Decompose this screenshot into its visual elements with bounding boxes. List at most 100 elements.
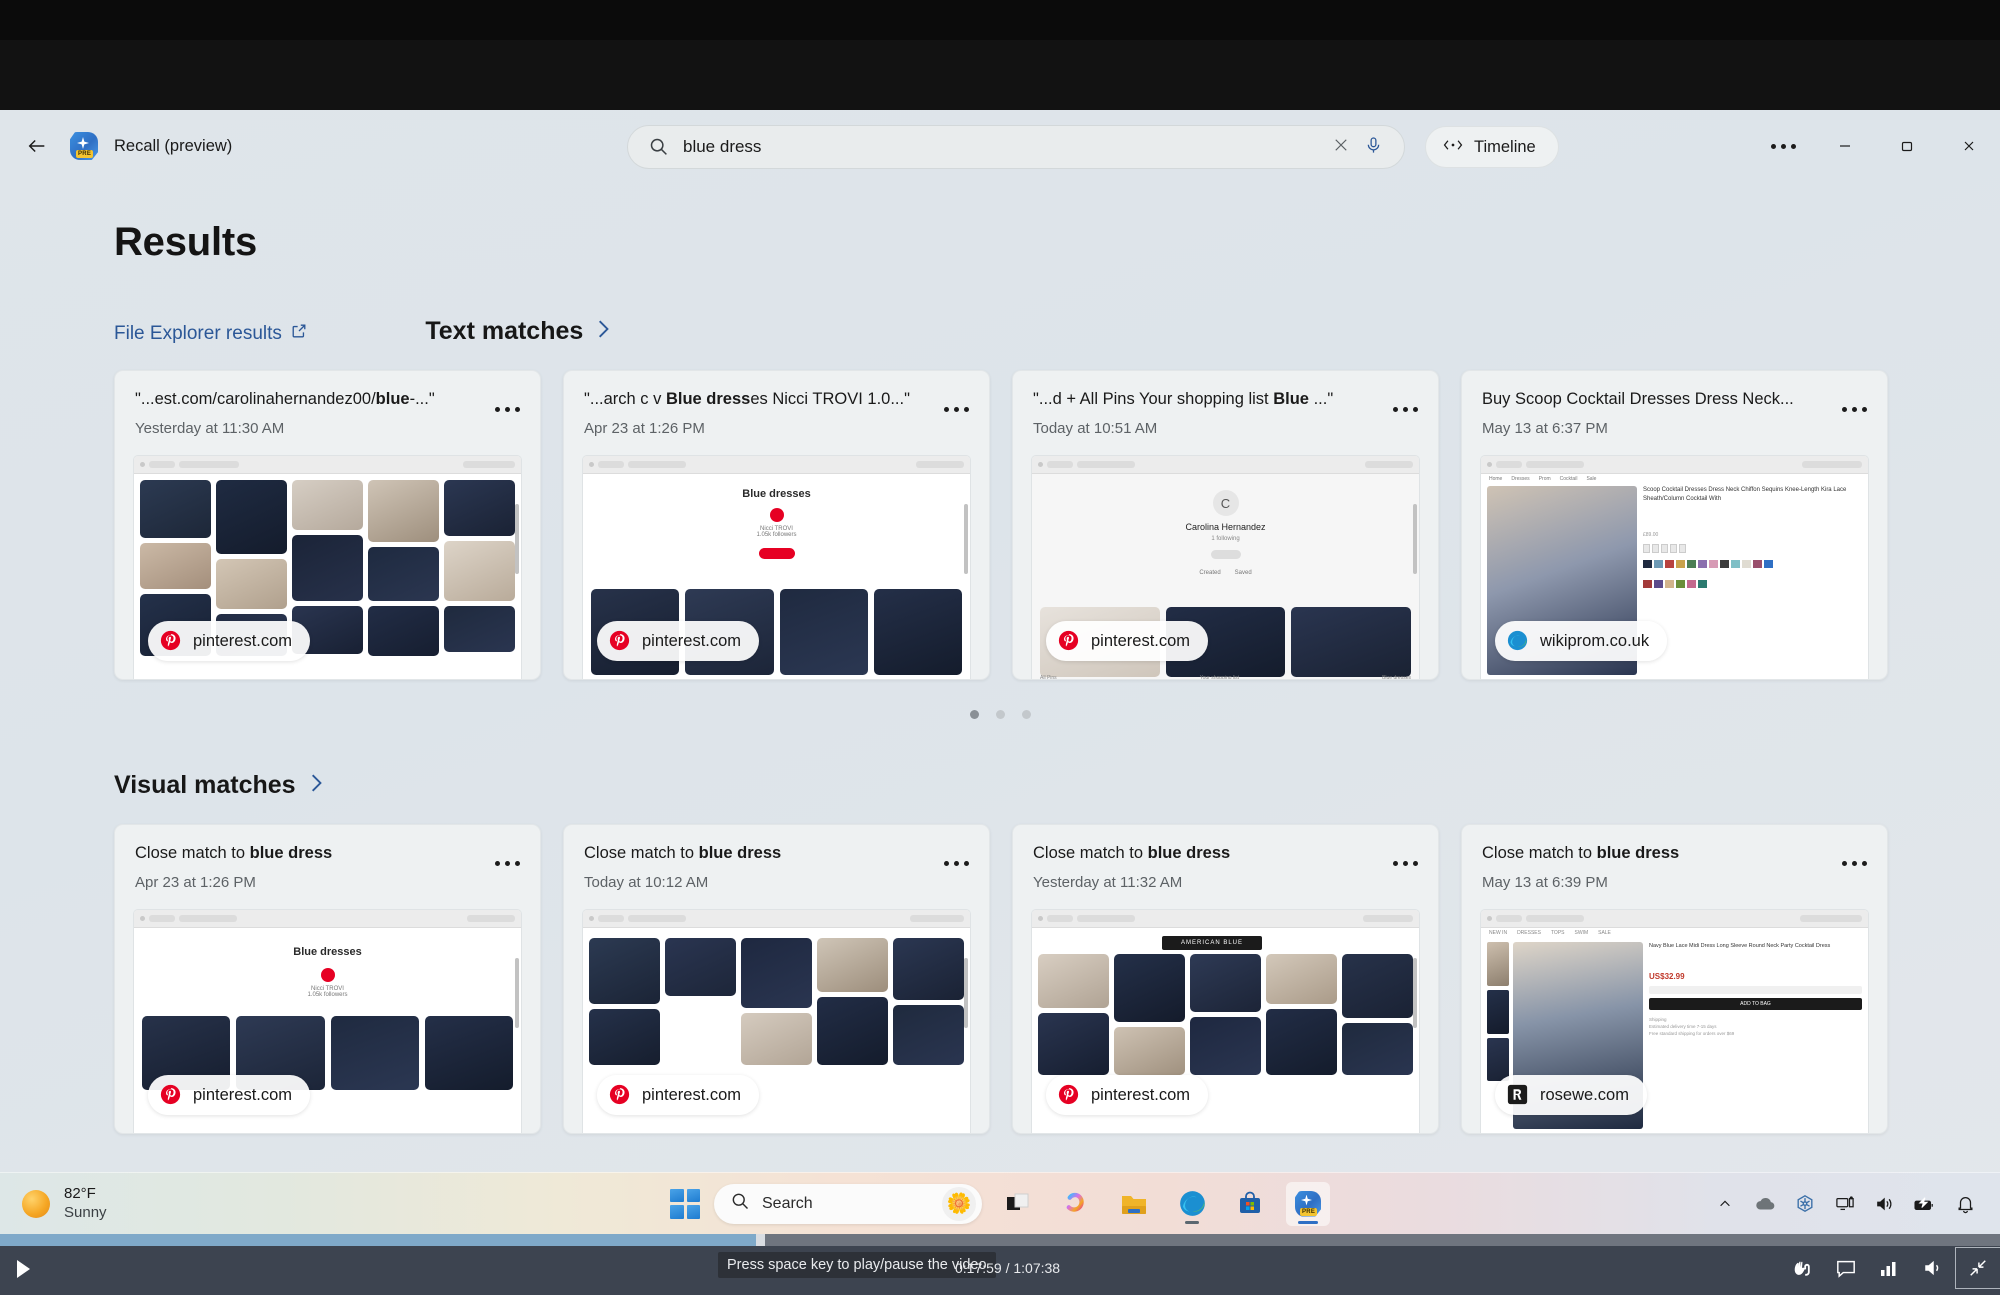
taskbar-item-copilot[interactable] [1054, 1182, 1098, 1226]
video-scrubber-handle[interactable] [756, 1234, 765, 1246]
microphone-icon[interactable] [1364, 136, 1386, 158]
windows-taskbar: 82°F Sunny Search 🌼 PRE [0, 1172, 2000, 1234]
captions-icon[interactable] [1824, 1248, 1868, 1288]
video-shell: PRE Recall (preview) blue dress Timeline… [0, 0, 2000, 1295]
file-explorer-results-link[interactable]: File Explorer results [114, 323, 307, 345]
close-button[interactable] [1938, 124, 2000, 168]
card-more-button[interactable] [1388, 851, 1422, 875]
section-header-visual-matches[interactable]: Visual matches [114, 771, 323, 800]
pinterest-icon [609, 630, 631, 652]
card-more-button[interactable] [1388, 397, 1422, 421]
weather-widget[interactable]: 82°F Sunny [22, 1185, 107, 1223]
card-header: "...d + All Pins Your shopping list Blue… [1013, 371, 1438, 437]
back-button[interactable] [14, 123, 60, 169]
result-card[interactable]: Close match to blue dress May 13 at 6:39… [1461, 824, 1888, 1134]
taskbar-item-recall[interactable]: PRE [1286, 1181, 1330, 1226]
rosewe-icon [1507, 1084, 1529, 1106]
search-box[interactable] [627, 125, 1405, 169]
section-header-text-matches[interactable]: Text matches [425, 317, 610, 346]
result-card[interactable]: "...arch c v Blue dresses Nicci TROVI 1.… [563, 370, 990, 680]
notifications-icon[interactable] [1948, 1187, 1982, 1221]
card-more-button[interactable] [939, 397, 973, 421]
desktop-capture: PRE Recall (preview) blue dress Timeline… [0, 110, 2000, 1234]
card-more-button[interactable] [939, 851, 973, 875]
taskbar-item-task-view[interactable] [996, 1182, 1040, 1226]
file-explorer-results-label: File Explorer results [114, 323, 282, 344]
result-card[interactable]: Buy Scoop Cocktail Dresses Dress Neck...… [1461, 370, 1888, 680]
card-more-button[interactable] [1837, 851, 1871, 875]
sun-icon [22, 1189, 50, 1218]
ellipsis-icon [1841, 406, 1867, 412]
taskbar-search[interactable]: Search 🌼 [714, 1183, 982, 1224]
mini-browser-chrome [1032, 456, 1419, 474]
result-card[interactable]: Close match to blue dress Apr 23 at 1:26… [114, 824, 541, 1134]
card-title: Close match to blue dress [135, 844, 333, 862]
minimize-button[interactable] [1814, 124, 1876, 168]
show-hidden-icons-button[interactable] [1708, 1187, 1742, 1221]
pagination-dot[interactable] [995, 710, 1005, 719]
result-card[interactable]: "...est.com/carolinahernandez00/blue-...… [114, 370, 541, 680]
search-icon [648, 136, 670, 158]
card-header: Close match to blue dress Today at 10:12… [564, 825, 989, 891]
video-progress-fill [0, 1234, 760, 1246]
card-header: Buy Scoop Cocktail Dresses Dress Neck...… [1462, 371, 1887, 437]
taskbar-item-store[interactable] [1228, 1182, 1272, 1226]
timeline-button[interactable]: Timeline [1425, 126, 1559, 168]
video-scrubber[interactable] [0, 1234, 2000, 1246]
card-more-button[interactable] [490, 397, 524, 421]
source-label: pinterest.com [193, 1085, 293, 1104]
exit-fullscreen-icon[interactable] [1955, 1247, 2000, 1289]
visual-matches-card-row: Close match to blue dress Apr 23 at 1:26… [114, 824, 1904, 1134]
card-more-button[interactable] [490, 851, 524, 875]
video-player-controls: Press space key to play/pause the video … [0, 1234, 2000, 1295]
result-card[interactable]: Close match to blue dress Today at 10:12… [563, 824, 990, 1134]
mini-browser-chrome [583, 910, 970, 928]
copilot-tray-icon[interactable] [1788, 1187, 1822, 1221]
ellipsis-icon [494, 406, 520, 412]
card-thumbnail: pinterest.com [133, 455, 522, 679]
quality-icon[interactable] [1868, 1248, 1912, 1288]
weather-temperature: 82°F [64, 1184, 96, 1202]
maximize-button[interactable] [1876, 124, 1938, 168]
mini-browser-chrome [583, 456, 970, 474]
carousel-pagination [0, 710, 2000, 719]
section-label: Visual matches [114, 771, 296, 799]
pagination-dot[interactable] [1021, 710, 1031, 719]
search-input[interactable] [683, 137, 1322, 157]
text-matches-card-row: "...est.com/carolinahernandez00/blue-...… [114, 370, 1904, 680]
window-controls [1752, 110, 2000, 182]
lotus-icon: 🌼 [942, 1186, 976, 1221]
source-badge: pinterest.com [597, 1075, 760, 1115]
network-icon[interactable] [1828, 1187, 1862, 1221]
card-title: Buy Scoop Cocktail Dresses Dress Neck... [1482, 390, 1794, 408]
video-letterbox-top-2 [0, 40, 2000, 120]
ellipsis-icon [494, 860, 520, 866]
volume-icon[interactable] [1868, 1187, 1902, 1221]
taskbar-item-file-explorer[interactable] [1112, 1182, 1156, 1226]
card-header: "...est.com/carolinahernandez00/blue-...… [115, 371, 540, 437]
card-thumbnail: C Carolina Hernandez 1 following Created… [1031, 455, 1420, 679]
card-more-button[interactable] [1837, 397, 1871, 421]
card-header: Close match to blue dress Yesterday at 1… [1013, 825, 1438, 891]
result-card[interactable]: "...d + All Pins Your shopping list Blue… [1012, 370, 1439, 680]
pinterest-icon [1058, 630, 1080, 652]
ellipsis-icon [1841, 860, 1867, 866]
pagination-dot[interactable] [969, 710, 979, 719]
card-timestamp: Yesterday at 11:32 AM [1033, 874, 1183, 891]
card-header: Close match to blue dress Apr 23 at 1:26… [115, 825, 540, 891]
card-timestamp: Apr 23 at 1:26 PM [135, 874, 256, 891]
taskbar-item-edge[interactable] [1170, 1182, 1214, 1226]
sign-language-icon[interactable] [1780, 1248, 1824, 1288]
play-pause-button[interactable] [6, 1252, 40, 1286]
volume-icon[interactable] [1912, 1248, 1956, 1288]
card-title: Close match to blue dress [584, 844, 782, 862]
onedrive-icon[interactable] [1748, 1187, 1782, 1221]
app-more-button[interactable] [1752, 124, 1814, 168]
video-letterbox-top [0, 0, 2000, 40]
battery-icon[interactable] [1908, 1187, 1942, 1221]
start-button[interactable] [670, 1188, 700, 1219]
clear-search-icon[interactable] [1332, 136, 1354, 158]
result-card[interactable]: Close match to blue dress Yesterday at 1… [1012, 824, 1439, 1134]
card-thumbnail: AMERICAN BLUE pinterest.com [1031, 909, 1420, 1133]
edge-icon [1507, 630, 1529, 652]
